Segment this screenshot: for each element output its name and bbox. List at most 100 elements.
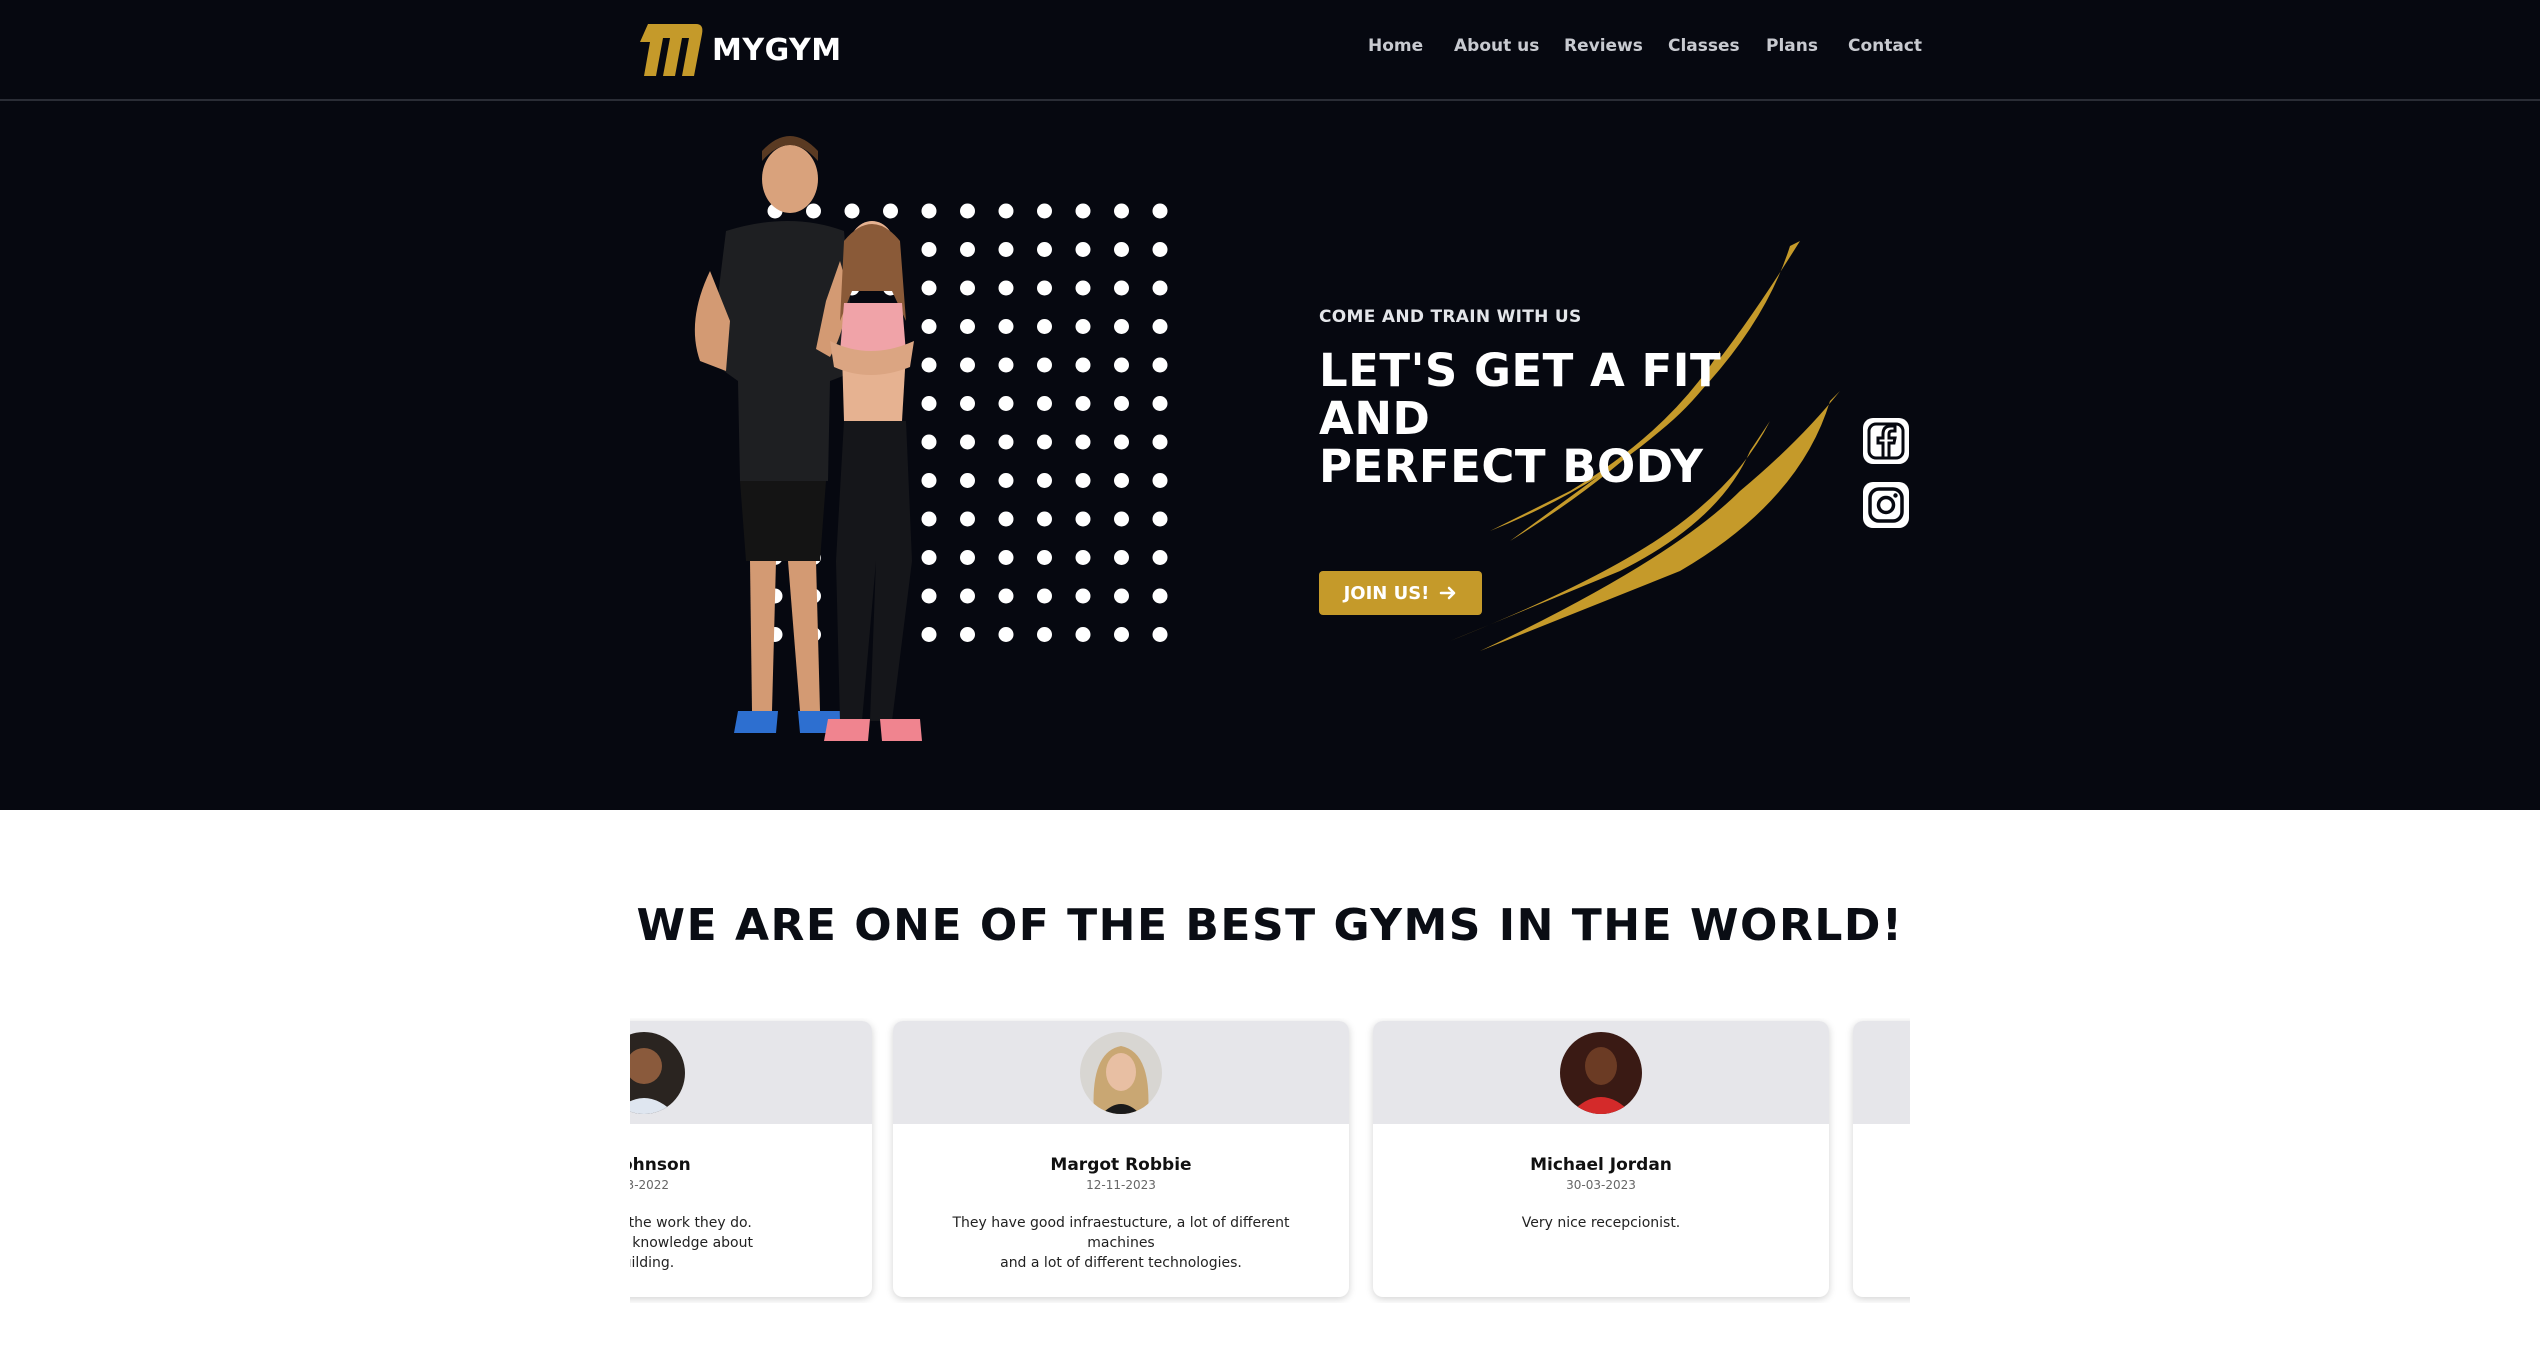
pattern-dot [1037, 357, 1052, 373]
review-date: 12-11-2023 [1086, 1178, 1156, 1192]
review-card [1853, 1021, 1910, 1297]
nav-reviews[interactable]: Reviews [1564, 36, 1643, 56]
pattern-dot [1114, 588, 1129, 604]
pattern-dot [960, 473, 975, 488]
pattern-dot [998, 203, 1014, 219]
pattern-dot [1114, 280, 1129, 296]
nav-classes[interactable]: Classes [1668, 36, 1740, 56]
pattern-dot [1152, 242, 1168, 257]
review-card: Margot Robbie 12-11-2023 They have good … [893, 1021, 1349, 1297]
pattern-dot [1114, 627, 1129, 642]
site-header: MYGYM Home About us Reviews Classes Plan… [0, 0, 2540, 101]
avatar [1080, 1032, 1162, 1114]
pattern-dot [1075, 588, 1091, 604]
join-us-button[interactable]: JOIN US! [1319, 571, 1482, 615]
pattern-dot [960, 319, 975, 334]
review-text-line: They have good infraestucture, a lot of … [952, 1215, 1290, 1251]
pattern-dot [1152, 473, 1168, 488]
review-date: 03-2022 [630, 1178, 670, 1192]
pattern-dot [998, 280, 1014, 296]
nav-home[interactable]: Home [1368, 36, 1423, 56]
pattern-dot [960, 396, 975, 411]
pattern-dot [1037, 280, 1052, 296]
review-text: Very nice recepcionist. [1397, 1213, 1805, 1233]
pattern-dot [998, 550, 1014, 565]
pattern-dot [1037, 242, 1052, 257]
review-text-line: building. [630, 1255, 675, 1271]
instagram-icon[interactable] [1862, 481, 1910, 529]
pattern-dot [998, 588, 1014, 604]
review-text: dedicated to the work they do. e and a l… [630, 1213, 848, 1273]
pattern-dot [1075, 396, 1091, 411]
reviewer-name: e Johnson [630, 1155, 691, 1175]
nav-about-us[interactable]: About us [1454, 36, 1539, 56]
pattern-dot [1075, 242, 1091, 257]
pattern-dot [1152, 627, 1168, 642]
review-text-line: dedicated to the work they do. [630, 1215, 752, 1231]
avatar [1560, 1032, 1642, 1114]
facebook-icon[interactable] [1862, 417, 1910, 465]
pattern-dot [1037, 473, 1052, 488]
pattern-dot [1114, 319, 1129, 334]
pattern-dot [998, 242, 1014, 257]
pattern-dot [1152, 588, 1168, 604]
headline-line: PERFECT BODY [1319, 440, 1704, 493]
pattern-dot [1037, 588, 1052, 604]
reviews-title: WE ARE ONE OF THE BEST GYMS IN THE WORLD… [636, 900, 1904, 951]
pattern-dot [998, 396, 1014, 411]
headline-line: AND [1319, 392, 1431, 445]
pattern-dot [1075, 627, 1091, 642]
nav-plans[interactable]: Plans [1766, 36, 1818, 56]
pattern-dot [1075, 434, 1091, 450]
reviewer-name: Michael Jordan [1530, 1155, 1672, 1175]
arrow-right-icon [1440, 586, 1456, 600]
review-text-line: Very nice recepcionist. [1521, 1215, 1681, 1231]
pattern-dot [960, 434, 975, 450]
pattern-dot [960, 357, 975, 373]
hero-eyebrow: COME AND TRAIN WITH US [1319, 307, 1582, 327]
pattern-dot [1037, 203, 1052, 219]
reviewer-name: Margot Robbie [1050, 1155, 1192, 1175]
pattern-dot [1075, 473, 1091, 488]
pattern-dot [1114, 357, 1129, 373]
pattern-dot [1114, 511, 1129, 527]
review-card: Michael Jordan 30-03-2023 Very nice rece… [1373, 1021, 1829, 1297]
pattern-dot [1037, 511, 1052, 527]
join-us-label: JOIN US! [1343, 582, 1430, 604]
main-nav: Home About us Reviews Classes Plans Cont… [0, 36, 2540, 66]
review-card: e Johnson 03-2022 dedicated to the work … [630, 1021, 872, 1297]
pattern-dot [998, 434, 1014, 450]
pattern-dot [1075, 280, 1091, 296]
review-date: 30-03-2023 [1566, 1178, 1636, 1192]
pattern-dot [1114, 550, 1129, 565]
pattern-dot [998, 627, 1014, 642]
pattern-dot [960, 627, 975, 642]
pattern-dot [1037, 434, 1052, 450]
pattern-dot [1114, 203, 1129, 219]
pattern-dot [1152, 434, 1168, 450]
review-text-line: e and a lot of knowledge about [630, 1235, 753, 1251]
reviews-carousel[interactable]: e Johnson 03-2022 dedicated to the work … [630, 1018, 1910, 1303]
pattern-dot [998, 511, 1014, 527]
pattern-dot [1114, 473, 1129, 488]
review-text: They have good infraestucture, a lot of … [917, 1213, 1325, 1273]
pattern-dot [1152, 511, 1168, 527]
couple-image [694, 136, 922, 741]
pattern-dot [960, 511, 975, 527]
hero-section: COME AND TRAIN WITH US LET'S GET A FIT A… [0, 101, 2540, 810]
pattern-dot [998, 357, 1014, 373]
pattern-dot [1037, 319, 1052, 334]
pattern-dot [998, 319, 1014, 334]
review-text-line: and a lot of different technologies. [1000, 1255, 1242, 1271]
pattern-dot [1075, 357, 1091, 373]
nav-contact[interactable]: Contact [1848, 36, 1922, 56]
pattern-dot [1152, 550, 1168, 565]
pattern-dot [1114, 396, 1129, 411]
pattern-dot [1152, 203, 1168, 219]
pattern-dot [998, 473, 1014, 488]
pattern-dot [1152, 319, 1168, 334]
pattern-dot [1152, 280, 1168, 296]
pattern-dot [960, 280, 975, 296]
pattern-dot [1152, 396, 1168, 411]
pattern-dot [1152, 357, 1168, 373]
